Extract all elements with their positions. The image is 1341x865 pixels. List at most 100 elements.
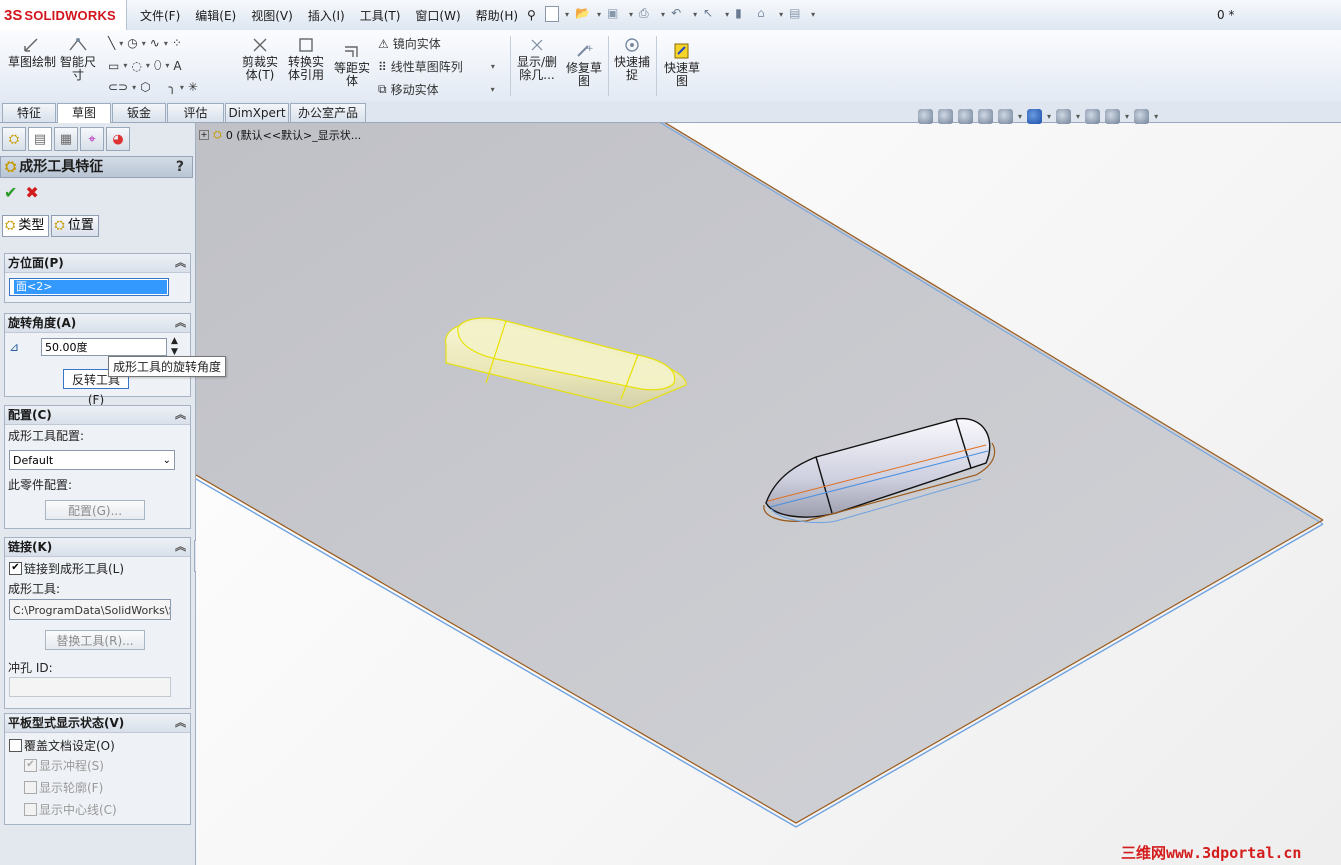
linear-pattern[interactable]: ⠿ 线性草图阵列 ▾ [378,58,495,75]
link-header[interactable]: 链接(K) ︽ [5,538,190,557]
line-icon[interactable]: ╲ [108,36,115,50]
pin-icon[interactable]: ⚲ [527,8,536,22]
forming-tool-path[interactable]: C:\ProgramData\SolidWorks\Soli [9,599,171,620]
open-folder-icon[interactable]: 📂 [575,6,591,22]
text-icon[interactable]: A [173,59,181,73]
spline-icon[interactable]: ∿ [150,36,160,50]
polygon-icon[interactable]: ⬡ [140,80,150,94]
edit-appearance-icon[interactable] [1085,109,1101,124]
display-manager-tab-icon[interactable]: ◕ [106,127,130,151]
dimxpert-manager-tab-icon[interactable]: ⌖ [80,127,104,151]
arc-icon[interactable]: ◌ [131,59,141,73]
display-delete-relations-button[interactable]: 显示/删除几... [514,34,560,82]
replace-tool-button[interactable]: 替换工具(R)... [45,630,145,650]
save-icon[interactable]: ▣ [607,6,623,22]
ellipse-icon[interactable]: ⬯ [154,58,162,73]
rapid-sketch-button[interactable]: 快速草图 [662,40,702,88]
spin-up-icon[interactable]: ▲ [171,336,178,346]
point-icon[interactable]: ✳ [188,80,198,94]
menu-file[interactable]: 文件(F) [140,7,180,24]
trim-button[interactable]: 剪裁实体(T) [240,34,280,82]
override-checkbox[interactable] [9,739,22,752]
smart-dimension-button[interactable]: 智能尺寸 [58,34,98,82]
rebuild-icon[interactable]: ▮ [735,6,751,22]
punch-id-input[interactable] [9,677,171,697]
solidworks-logo[interactable]: 3S SOLIDWORKS [0,0,127,30]
quick-snaps-button[interactable]: 快速捕捉 [612,34,652,82]
tab-position[interactable]: ⛭ 位置 [51,215,99,237]
apply-scene-icon[interactable] [1105,109,1121,124]
feature-tree-flyout[interactable]: + ⛭ 0 (默认<<默认>_显示状... [199,127,361,143]
previous-view-icon[interactable] [958,109,973,124]
show-centerline-checkbox[interactable] [24,803,37,816]
expand-icon[interactable]: + [199,130,209,140]
model-view[interactable] [196,123,1341,865]
collapse-icon[interactable]: ︽ [175,314,186,332]
menu-view[interactable]: 视图(V) [251,7,293,24]
display-style-icon[interactable] [1027,109,1043,124]
menu-edit[interactable]: 编辑(E) [195,7,236,24]
collapse-icon[interactable]: ︽ [175,538,186,556]
feature-manager-tab-icon[interactable]: ⛭ [2,127,26,151]
tab-sheet-metal[interactable]: 钣金 [112,103,166,122]
menu-window[interactable]: 窗口(W) [415,7,460,24]
print-icon[interactable]: ⎙ [639,6,655,22]
collapse-icon[interactable]: ︽ [175,406,186,424]
orientation-face-header[interactable]: 方位面(P) ︽ [5,254,190,273]
check-icon[interactable]: ✔ [4,183,17,202]
sketch-draw-button[interactable]: 草图绘制 [8,34,56,69]
new-document-icon[interactable] [545,6,559,22]
tab-dimxpert[interactable]: DimXpert [225,103,289,122]
rectangle-icon[interactable]: ▭ [108,59,119,73]
face-value: 面<2> [14,280,167,294]
tab-features[interactable]: 特征 [2,103,56,122]
configuration-header[interactable]: 配置(C) ︽ [5,406,190,425]
circle-icon[interactable]: ◷ [127,36,137,50]
slot-icon[interactable]: ⊂⊃ [108,80,128,94]
tab-office-products[interactable]: 办公室产品 [290,103,366,122]
move-dropdown-icon[interactable]: ▾ [491,85,495,94]
menu-help[interactable]: 帮助(H) [476,7,518,24]
hide-show-items-icon[interactable] [1056,109,1072,124]
configuration-manager-tab-icon[interactable]: ▦ [54,127,78,151]
collapse-icon[interactable]: ︽ [175,254,186,272]
property-manager-tab-icon[interactable]: ▤ [28,127,52,151]
graphics-area[interactable] [196,123,1341,865]
show-punch-checkbox[interactable]: ✔ [24,759,37,772]
zoom-to-area-icon[interactable] [938,109,953,124]
convert-entities-button[interactable]: 转换实体引用 [286,34,326,82]
help-icon[interactable]: ? [176,157,184,177]
collapse-icon[interactable]: ︽ [175,714,186,732]
tool-config-select[interactable]: Default ⌄ [9,450,175,470]
rotation-angle-input[interactable]: 50.00度 [41,338,167,356]
menu-tools[interactable]: 工具(T) [360,7,401,24]
link-to-tool-checkbox[interactable]: ✔ [9,562,22,575]
show-profile-checkbox[interactable] [24,781,37,794]
offset-entities-button[interactable]: 等距实体 [332,40,372,88]
file-properties-icon[interactable]: ⌂ [757,6,773,22]
zoom-to-fit-icon[interactable] [918,109,933,124]
view-orientation-icon[interactable] [998,109,1013,124]
configuration-button[interactable]: 配置(G)... [45,500,145,520]
mirror-entities[interactable]: ⚠ 镜向实体 [378,35,441,52]
point-grid-icon[interactable]: ⁘ [172,36,182,50]
tab-evaluate[interactable]: 评估 [167,103,224,122]
undo-icon[interactable]: ↶ [671,6,687,22]
x-icon[interactable]: ✖ [25,183,38,202]
rotation-angle-header[interactable]: 旋转角度(A) ︽ [5,314,190,333]
link-title: 链接(K) [8,540,53,554]
orientation-face-selection[interactable]: 面<2> [9,278,169,296]
sketch-draw-label: 草图绘制 [8,55,57,69]
select-cursor-icon[interactable]: ↖ [703,6,719,22]
linear-pattern-dropdown-icon[interactable]: ▾ [491,62,495,71]
move-entities[interactable]: ⧉ 移动实体 ▾ [378,81,495,98]
view-settings-icon[interactable] [1134,109,1150,124]
repair-sketch-button[interactable]: + 修复草图 [564,40,604,88]
section-view-icon[interactable] [978,109,993,124]
tab-sketch[interactable]: 草图 [57,103,111,123]
menu-insert[interactable]: 插入(I) [308,7,345,24]
flat-pattern-header[interactable]: 平板型式显示状态(V) ︽ [5,714,190,733]
fillet-icon[interactable]: ╮ [169,80,176,94]
options-icon[interactable]: ▤ [789,6,805,22]
tab-type[interactable]: ⛭ 类型 [2,215,50,237]
